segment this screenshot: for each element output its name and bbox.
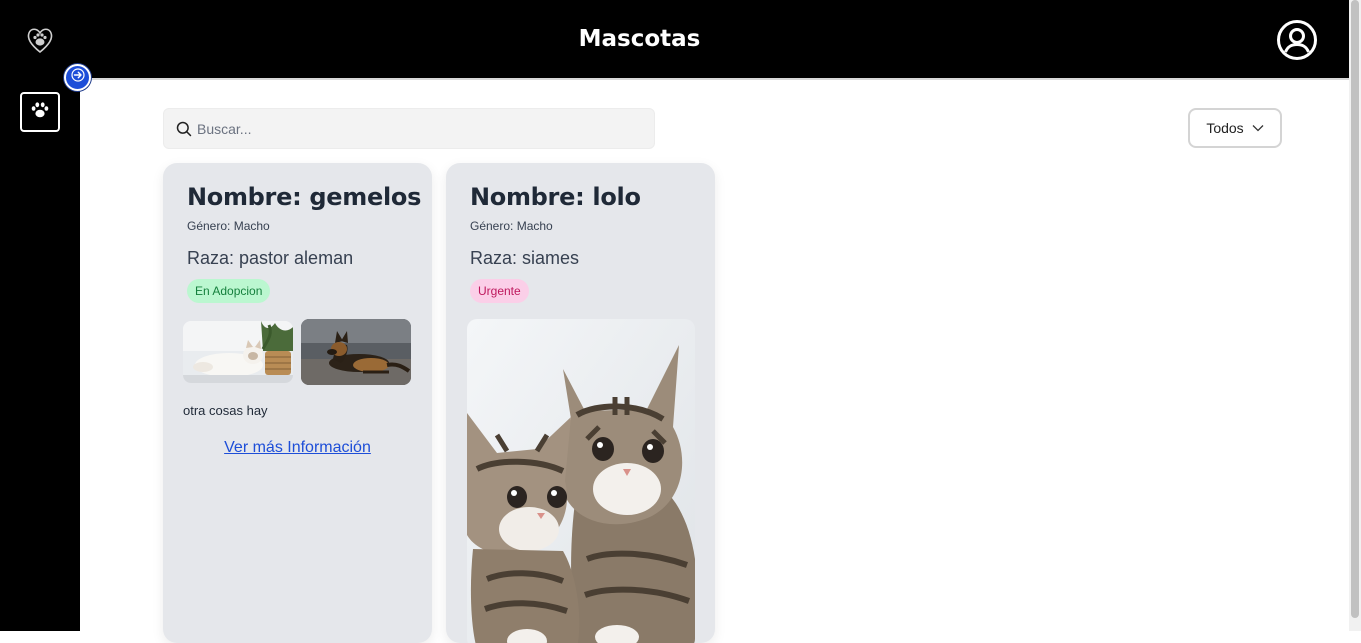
sidebar-expand-button[interactable] [64, 64, 91, 91]
paw-icon [30, 100, 50, 125]
pet-card: Nombre: lolo Género: Macho Raza: siames … [446, 163, 715, 643]
pet-gender: Género: Macho [187, 219, 270, 233]
page-scrollbar-thumb[interactable] [1351, 0, 1359, 618]
status-badge: En Adopcion [187, 279, 271, 303]
pet-photo-cat[interactable] [183, 321, 293, 383]
header-divider [80, 78, 1349, 80]
page-title: Mascotas [578, 26, 701, 52]
sidebar [0, 78, 80, 631]
search-box [163, 108, 655, 149]
status-badge: Urgente [470, 279, 529, 303]
pet-name: Nombre: gemelos [187, 183, 422, 211]
pet-photo-dog[interactable] [301, 319, 411, 385]
filter-select[interactable]: Todos [1188, 108, 1282, 148]
more-info-link[interactable]: Ver más Información [163, 439, 432, 457]
pet-photo-kittens[interactable] [467, 319, 695, 643]
sidebar-item-mascotas[interactable] [20, 92, 60, 132]
pet-gender: Género: Macho [470, 219, 553, 233]
pet-description: otra cosas hay [183, 403, 268, 418]
pet-card: Nombre: gemelos Género: Macho Raza: past… [163, 163, 432, 643]
filter-label: Todos [1206, 120, 1244, 136]
arrow-right-icon [70, 68, 85, 87]
pet-breed: Raza: siames [470, 248, 580, 268]
pet-breed: Raza: pastor aleman [187, 248, 354, 268]
user-circle-icon[interactable] [1276, 19, 1318, 61]
chevron-down-icon [1252, 125, 1264, 132]
search-icon [176, 121, 192, 137]
search-input[interactable] [197, 118, 637, 140]
pet-name: Nombre: lolo [470, 183, 641, 211]
